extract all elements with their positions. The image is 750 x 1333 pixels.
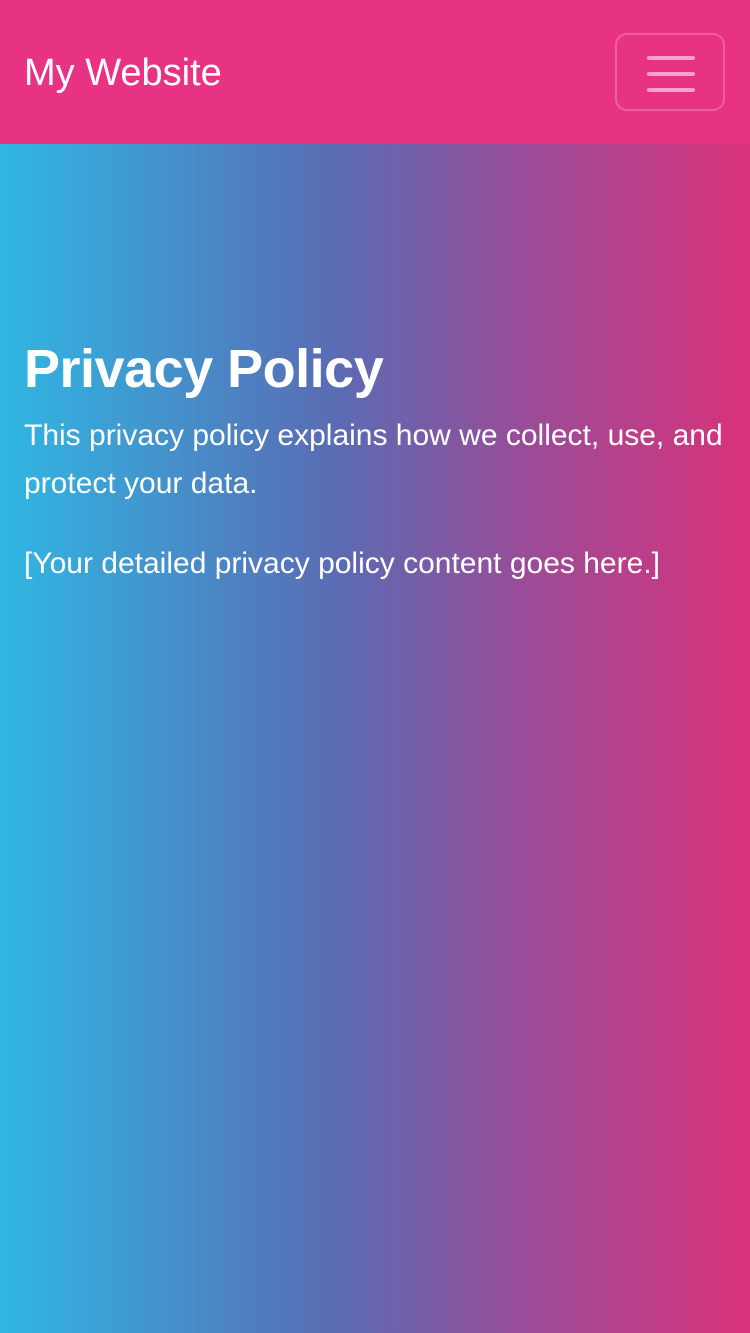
page-title: Privacy Policy	[24, 339, 384, 399]
brand-link[interactable]: My Website	[24, 50, 222, 96]
navbar: My Website	[0, 0, 750, 144]
placeholder-paragraph: [Your detailed privacy policy content go…	[24, 547, 660, 580]
hamburger-menu-icon	[647, 56, 695, 92]
main-content: Privacy Policy This privacy policy expla…	[24, 336, 734, 588]
intro-paragraph: This privacy policy explains how we coll…	[24, 419, 723, 500]
menu-toggle-button[interactable]	[615, 33, 725, 111]
